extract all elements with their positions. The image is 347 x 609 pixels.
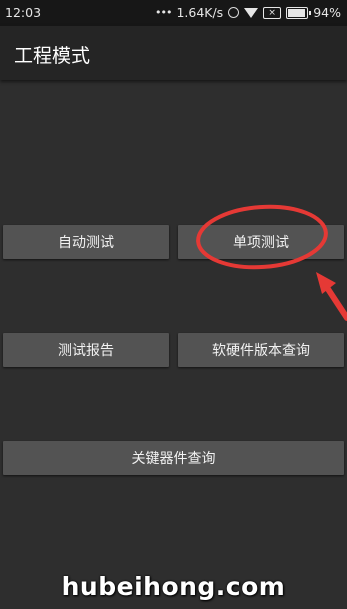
ring-icon [228, 7, 240, 18]
test-report-button[interactable]: 测试报告 [3, 333, 169, 367]
watermark: hubeihong.com [61, 572, 286, 601]
status-time: 12:03 [5, 5, 42, 20]
auto-test-button[interactable]: 自动测试 [3, 225, 169, 259]
single-test-button[interactable]: 单项测试 [178, 225, 344, 259]
battery-icon [286, 6, 312, 19]
status-bar: 12:03 ••• 1.64K/s × 94% [0, 0, 347, 26]
wifi-icon [244, 7, 259, 18]
sim-off-icon: × [263, 6, 282, 19]
page-title: 工程模式 [14, 45, 91, 67]
hw-sw-version-button[interactable]: 软硬件版本查询 [178, 333, 344, 367]
network-speed: 1.64K/s [176, 5, 224, 20]
key-device-query-button[interactable]: 关键器件查询 [3, 441, 344, 475]
pointer-arrow-icon [323, 283, 347, 321]
pointer-arrowhead [316, 272, 336, 294]
battery-fill [288, 8, 306, 17]
status-icons: ••• 1.64K/s × 94% [155, 5, 341, 20]
battery-percent: 94% [313, 5, 341, 20]
annotation-overlay [196, 204, 347, 321]
signal-dots-icon: ••• [154, 6, 172, 19]
app-bar: 工程模式 [0, 26, 347, 80]
